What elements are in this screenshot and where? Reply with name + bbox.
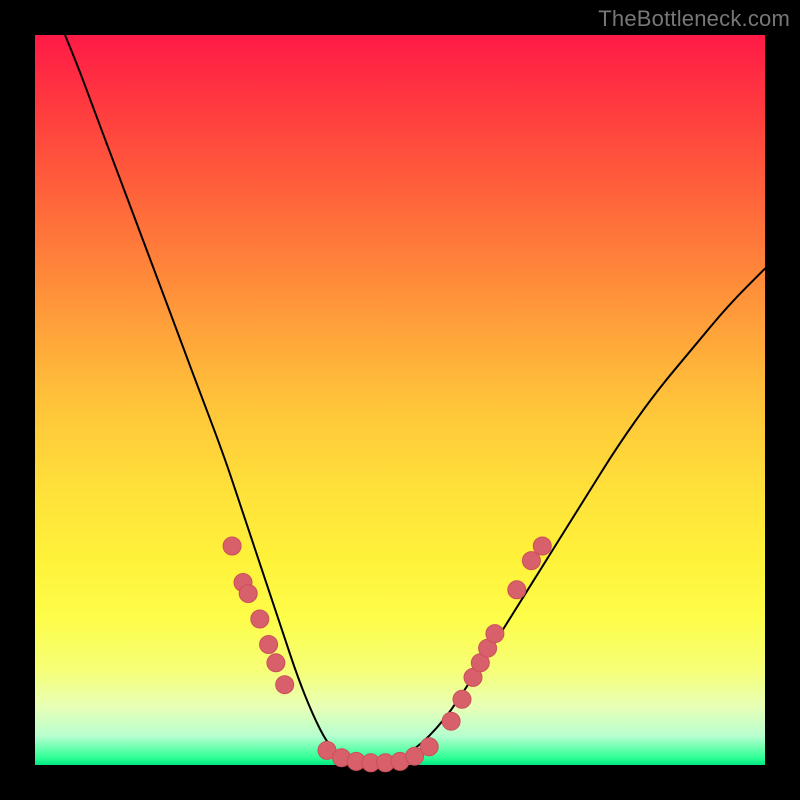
curve-marker — [453, 690, 471, 708]
plot-area — [35, 35, 765, 765]
curve-marker — [486, 625, 504, 643]
curve-marker — [276, 676, 294, 694]
curve-marker — [420, 738, 438, 756]
bottleneck-curve — [50, 0, 765, 765]
curve-marker — [442, 712, 460, 730]
marker-group — [223, 537, 551, 772]
curve-marker — [223, 537, 241, 555]
curve-marker — [260, 636, 278, 654]
curve-marker — [267, 654, 285, 672]
chart-svg — [35, 35, 765, 765]
curve-marker — [251, 610, 269, 628]
watermark-label: TheBottleneck.com — [598, 6, 790, 32]
curve-marker — [533, 537, 551, 555]
curve-marker — [508, 581, 526, 599]
curve-marker — [239, 585, 257, 603]
chart-frame: TheBottleneck.com — [0, 0, 800, 800]
